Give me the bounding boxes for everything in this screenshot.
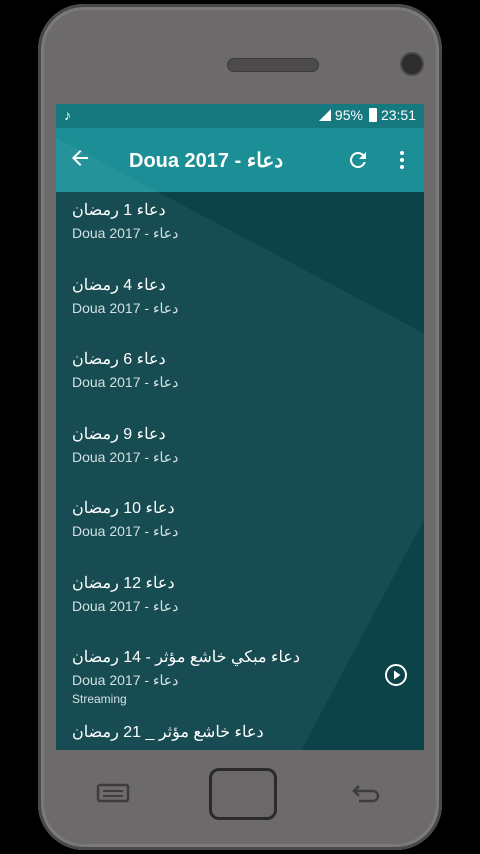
list-item[interactable]: دعاء 4 رمضان Doua 2017 - دعاء	[56, 267, 424, 342]
track-title: دعاء 9 رمضان	[72, 425, 166, 443]
device-nav-bar	[56, 756, 424, 826]
track-title: دعاء مبكي خاشع مؤثر - 14 رمضان	[72, 649, 301, 666]
battery-icon	[368, 108, 377, 122]
clock: 23:51	[380, 107, 416, 123]
list-item[interactable]: دعاء مبكي خاشع مؤثر - 14 رمضان Doua 2017…	[56, 639, 424, 714]
recent-apps-icon[interactable]	[96, 782, 130, 804]
speaker-grille	[227, 58, 319, 72]
track-title: دعاء 1 رمضان	[72, 202, 166, 219]
list-item[interactable]: دعاء 10 رمضان Doua 2017 - دعاء	[56, 490, 424, 565]
music-note-icon: ♪	[64, 107, 71, 123]
track-title: دعاء 12 رمضان	[72, 574, 175, 592]
streaming-label: Streaming	[72, 692, 127, 706]
back-nav-icon[interactable]	[351, 782, 381, 804]
page-title: Doua 2017 - دعاء	[129, 150, 284, 172]
battery-percent: 95%	[334, 107, 363, 123]
home-button[interactable]	[209, 768, 277, 820]
screen: ♪ 95% 23:51 Doua 2017 - دعاء دعاء 1 رمضا…	[56, 104, 424, 750]
list-item[interactable]: دعاء 9 رمضان Doua 2017 - دعاء	[56, 416, 424, 491]
track-title: دعاء 4 رمضان	[72, 276, 166, 294]
track-subtitle: Doua 2017 - دعاء	[72, 523, 179, 539]
status-right: 95% 23:51	[318, 107, 416, 123]
more-vert-icon[interactable]	[390, 148, 414, 172]
track-subtitle: Doua 2017 - دعاء	[72, 225, 179, 241]
front-camera	[400, 52, 424, 76]
app-bar: Doua 2017 - دعاء	[56, 128, 424, 192]
list-item[interactable]: دعاء 1 رمضان Doua 2017 - دعاء	[56, 192, 424, 267]
track-subtitle: Doua 2017 - دعاء	[72, 374, 179, 390]
list-item[interactable]: دعاء 6 رمضان Doua 2017 - دعاء	[56, 341, 424, 416]
play-circle-icon[interactable]	[384, 663, 408, 687]
track-subtitle: Doua 2017 - دعاء	[72, 672, 179, 688]
track-subtitle: Doua 2017 - دعاء	[72, 597, 179, 614]
arrow-back-icon[interactable]	[68, 146, 92, 170]
track-title: دعاء خاشع مؤثر _ 21 رمضان	[72, 723, 264, 741]
refresh-icon[interactable]	[346, 148, 370, 172]
status-bar: ♪ 95% 23:51	[56, 104, 424, 128]
list-item[interactable]: دعاء 12 رمضان Doua 2017 - دعاء	[56, 565, 424, 640]
track-title: دعاء 6 رمضان	[72, 351, 166, 368]
track-title: دعاء 10 رمضان	[72, 500, 175, 517]
track-list: دعاء 1 رمضان Doua 2017 - دعاء دعاء 4 رمض…	[56, 192, 424, 750]
signal-icon	[318, 109, 331, 121]
track-subtitle: Doua 2017 - دعاء	[72, 299, 179, 316]
list-item[interactable]: دعاء خاشع مؤثر _ 21 رمضان	[56, 714, 424, 751]
track-subtitle: Doua 2017 - دعاء	[72, 448, 179, 465]
